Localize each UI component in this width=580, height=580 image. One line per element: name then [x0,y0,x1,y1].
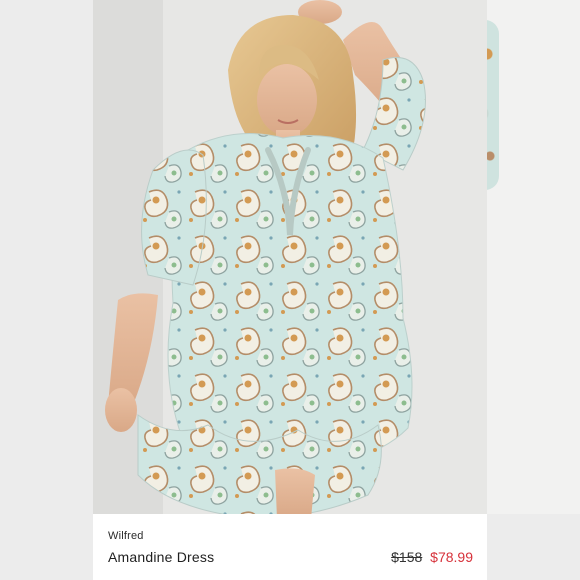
next-photo-dress-edge [487,20,499,190]
original-price: $158 [391,549,423,565]
listing-page: Wilfred Amandine Dress $158 $78.99 [0,0,580,580]
price-block: $158 $78.99 [391,549,473,565]
product-title: Amandine Dress [108,549,215,565]
gallery-left-margin [0,0,93,514]
brand-label: Wilfred [108,530,144,542]
next-photo-preview[interactable] [487,0,580,514]
product-info-card[interactable]: Wilfred Amandine Dress $158 $78.99 [93,514,487,580]
model-photo-illustration [93,0,487,514]
next-photo-background [487,0,580,514]
sale-price: $78.99 [430,549,473,565]
product-photo[interactable] [93,0,487,514]
